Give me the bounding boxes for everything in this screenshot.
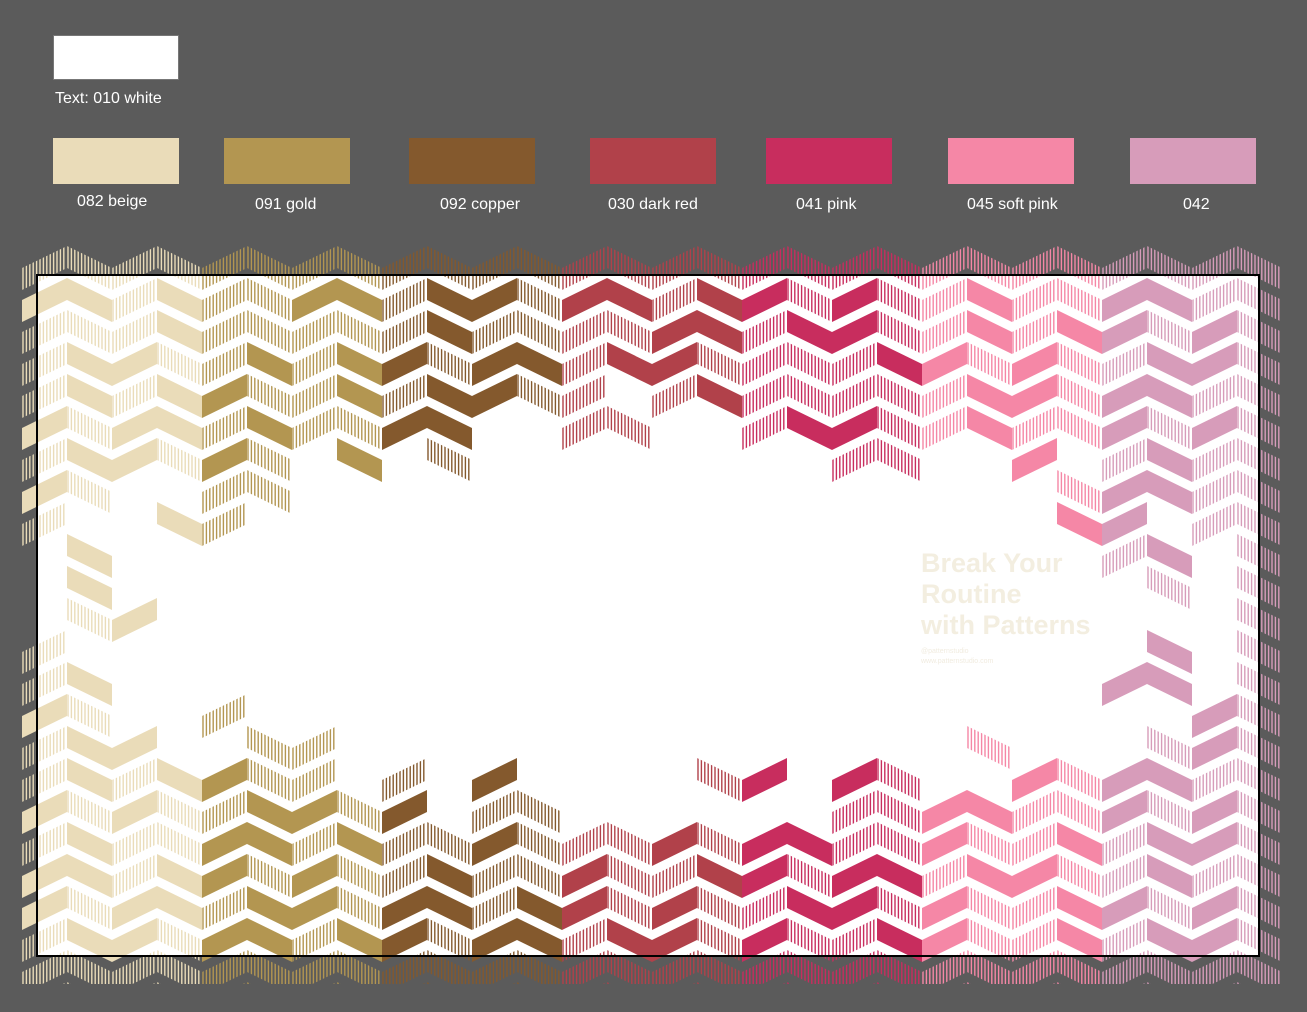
chevron-tile <box>742 982 785 984</box>
chevron-tile <box>22 982 65 984</box>
chevron-tile <box>1283 564 1307 612</box>
chevron-tile <box>787 982 830 984</box>
chevron-tile <box>382 982 425 984</box>
chevron-pattern-artwork <box>22 244 1307 1012</box>
chevron-tile <box>1147 982 1190 984</box>
chevron-tile <box>1283 532 1307 580</box>
chevron-tile <box>1283 884 1307 932</box>
promo-title: Break Your Routine with Patterns <box>921 548 1091 640</box>
chevron-tile <box>157 982 200 984</box>
chevron-tile <box>1237 982 1280 984</box>
chevron-tile <box>1283 244 1307 292</box>
chevron-tile <box>1283 692 1307 740</box>
chevron-tile <box>877 982 920 984</box>
chevron-tile <box>337 982 380 984</box>
chevron-tile <box>1283 276 1307 324</box>
chevron-tile <box>472 982 515 984</box>
promo-social-line: @patternstudio <box>921 648 969 655</box>
promo-block: Break Your Routine with Patterns @patter… <box>921 548 1161 667</box>
chevron-tile <box>1283 436 1307 484</box>
chevron-tile <box>1283 500 1307 548</box>
chevron-tile <box>1283 372 1307 420</box>
chevron-tile <box>832 982 875 984</box>
chevron-tile <box>517 982 560 984</box>
chevron-tile <box>562 982 605 984</box>
chevron-tile <box>1283 948 1307 996</box>
chevron-tile <box>1012 982 1055 984</box>
chevron-tile <box>202 982 245 984</box>
chevron-tile <box>652 982 695 984</box>
chevron-tile <box>1283 916 1307 964</box>
chevron-tile <box>427 982 470 984</box>
chevron-tile <box>967 982 1010 984</box>
promo-url-line: www.patternstudio.com <box>921 658 994 665</box>
chevron-tile <box>697 982 740 984</box>
chevron-tile <box>1283 788 1307 836</box>
chevron-tile <box>607 982 650 984</box>
chevron-tile <box>1283 308 1307 356</box>
chevron-tile <box>1102 982 1145 984</box>
chevron-tile <box>1283 596 1307 644</box>
chevron-tile <box>112 982 155 984</box>
chevron-tile <box>1057 982 1100 984</box>
chevron-tile <box>67 982 110 984</box>
chevron-tile <box>1283 820 1307 868</box>
chevron-tile <box>922 982 965 984</box>
chevron-tile <box>1283 980 1307 1012</box>
chevron-tile <box>1283 404 1307 452</box>
chevron-tile <box>1283 628 1307 676</box>
chevron-tile <box>247 982 290 984</box>
chevron-tile <box>1283 756 1307 804</box>
chevron-tile <box>1283 660 1307 708</box>
chevron-tile <box>1283 468 1307 516</box>
chevron-tile <box>1283 724 1307 772</box>
chevron-tile <box>292 982 335 984</box>
chevron-tile <box>1192 982 1235 984</box>
chevron-tile <box>1283 340 1307 388</box>
chevron-tile <box>1283 852 1307 900</box>
